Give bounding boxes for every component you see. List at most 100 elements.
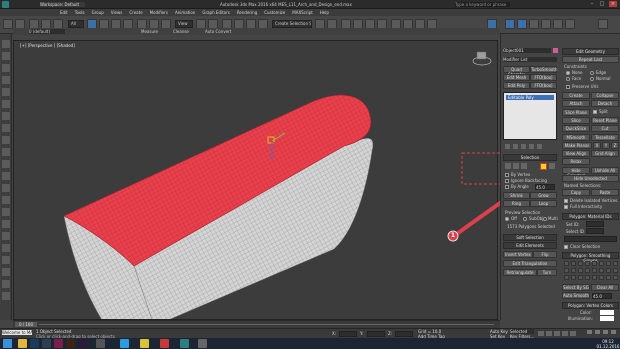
split-checkbox[interactable] bbox=[593, 110, 597, 114]
vertex-mode-icon[interactable] bbox=[505, 163, 511, 169]
taskbar-date[interactable]: 01.12.2016 bbox=[596, 344, 620, 349]
planar-x-button[interactable]: X bbox=[593, 142, 601, 149]
hide-selected-button[interactable]: Hide Selected bbox=[562, 167, 590, 178]
auto-smooth-button[interactable]: Auto Smooth bbox=[562, 292, 590, 299]
flip-button[interactable]: Flip bbox=[533, 251, 557, 258]
select-by-sg-button[interactable]: Select By SG bbox=[562, 284, 590, 291]
modifier-list-dropdown[interactable]: Modifier List bbox=[503, 57, 557, 62]
3ds-max-taskbar-icon[interactable] bbox=[180, 339, 189, 348]
planar-z-button[interactable]: Z bbox=[611, 142, 619, 149]
app-icon-browser-1[interactable] bbox=[96, 339, 105, 348]
sg-7[interactable] bbox=[606, 261, 611, 266]
relax-button[interactable]: Relax bbox=[562, 158, 590, 165]
make-unique-icon[interactable] bbox=[521, 144, 526, 149]
z-coordinate-field[interactable] bbox=[395, 331, 413, 337]
vertex-color-swatch[interactable] bbox=[600, 310, 614, 315]
border-mode-icon[interactable] bbox=[521, 163, 527, 169]
app-icon-ps[interactable] bbox=[30, 339, 39, 348]
ffd-box-button-2[interactable]: FFD(box) bbox=[530, 82, 557, 89]
sg-22[interactable] bbox=[599, 275, 604, 280]
constraint-face-radio[interactable] bbox=[566, 77, 570, 81]
detach-button[interactable]: Detach bbox=[591, 100, 619, 107]
chrome-icon[interactable] bbox=[140, 339, 149, 348]
sg-11[interactable] bbox=[578, 268, 583, 273]
select-id-spinner[interactable] bbox=[586, 228, 604, 234]
sg-4[interactable] bbox=[585, 261, 590, 266]
preview-off-radio[interactable] bbox=[505, 217, 509, 221]
sg-2[interactable] bbox=[571, 261, 576, 266]
pin-stack-icon[interactable] bbox=[505, 144, 510, 149]
edit-elements-rollout-header[interactable]: Edit Elements bbox=[503, 242, 557, 249]
hide-unselected-button[interactable]: Hide Unselected bbox=[562, 175, 619, 182]
create-button[interactable]: Create bbox=[562, 92, 590, 99]
sg-19[interactable] bbox=[578, 275, 583, 280]
auto-smooth-spinner[interactable]: 45.0 bbox=[592, 293, 612, 299]
go-to-end-icon[interactable] bbox=[570, 331, 576, 336]
edit-geometry-rollout-header[interactable]: Edit Geometry bbox=[562, 48, 619, 55]
configure-modifier-sets-icon[interactable] bbox=[537, 144, 542, 149]
show-end-result-icon[interactable] bbox=[513, 144, 518, 149]
time-slider-frame[interactable]: 0 / 100 bbox=[15, 322, 37, 327]
insert-vertex-button[interactable]: Insert Vertex bbox=[503, 251, 533, 258]
set-id-spinner[interactable] bbox=[586, 221, 604, 227]
clear-selection-checkbox[interactable] bbox=[564, 245, 568, 249]
paste-button[interactable]: Paste bbox=[591, 189, 619, 196]
sg-17[interactable] bbox=[564, 275, 569, 280]
file-explorer-icon[interactable] bbox=[18, 339, 27, 348]
orbit-icon[interactable] bbox=[603, 330, 608, 334]
planar-y-button[interactable]: Y bbox=[602, 142, 610, 149]
sg-1[interactable] bbox=[564, 261, 569, 266]
edge-mode-icon[interactable] bbox=[513, 163, 519, 169]
unhide-all-button[interactable]: Unhide All bbox=[591, 167, 619, 174]
track-bar[interactable] bbox=[39, 324, 494, 325]
app-icon-gray[interactable] bbox=[198, 339, 207, 348]
repeat-last-button[interactable]: Repeat Last bbox=[562, 56, 619, 63]
soft-selection-rollout-header[interactable]: Soft Selection bbox=[503, 234, 557, 241]
object-color-swatch[interactable] bbox=[553, 48, 558, 53]
sg-13[interactable] bbox=[592, 268, 597, 273]
edit-poly-button[interactable]: Edit Poly bbox=[503, 82, 530, 89]
preview-multi-radio[interactable] bbox=[543, 217, 547, 221]
constraint-edge-radio[interactable] bbox=[590, 71, 594, 75]
full-interactivity-checkbox[interactable] bbox=[564, 205, 568, 209]
view-align-button[interactable]: View Align bbox=[562, 150, 590, 157]
make-planar-button[interactable]: Make Planar bbox=[562, 142, 592, 149]
app-icon-ai[interactable] bbox=[66, 339, 75, 348]
start-button-icon[interactable] bbox=[3, 339, 12, 348]
turn-button[interactable]: Turn bbox=[537, 269, 557, 276]
zoom-icon[interactable] bbox=[587, 330, 592, 334]
preview-subobj-radio[interactable] bbox=[523, 217, 527, 221]
shrink-button[interactable]: Shrink bbox=[503, 192, 530, 199]
sg-20[interactable] bbox=[585, 275, 590, 280]
sg-16[interactable] bbox=[613, 268, 618, 273]
app-icon-ae[interactable] bbox=[78, 339, 87, 348]
play-icon[interactable] bbox=[554, 331, 560, 336]
next-frame-icon[interactable] bbox=[562, 331, 568, 336]
delete-isolated-checkbox[interactable] bbox=[564, 199, 568, 203]
time-slider[interactable]: 0 / 100 bbox=[13, 320, 500, 328]
ring-button[interactable]: Ring bbox=[503, 200, 530, 207]
vertex-colors-header[interactable]: Polygon: Vertex Colors bbox=[562, 302, 619, 309]
collapse-button[interactable]: Collapse bbox=[591, 92, 619, 99]
app-icon-id[interactable] bbox=[54, 339, 63, 348]
modifier-stack-list[interactable]: Editable Poly bbox=[503, 92, 557, 140]
material-name-dropdown[interactable] bbox=[564, 236, 617, 242]
slice-button[interactable]: Slice bbox=[562, 117, 590, 124]
by-angle-checkbox[interactable] bbox=[505, 185, 509, 189]
sg-5[interactable] bbox=[592, 261, 597, 266]
stack-item-editable-poly[interactable]: Editable Poly bbox=[506, 95, 554, 100]
sg-10[interactable] bbox=[571, 268, 576, 273]
retriangulate-button[interactable]: Retriangulate bbox=[503, 269, 537, 276]
msmooth-button[interactable]: MSmooth bbox=[562, 134, 590, 141]
pan-icon[interactable] bbox=[611, 330, 616, 334]
constraint-none-radio[interactable] bbox=[566, 71, 570, 75]
illumination-swatch[interactable] bbox=[600, 316, 614, 321]
sg-23[interactable] bbox=[606, 275, 611, 280]
remove-modifier-icon[interactable] bbox=[529, 144, 534, 149]
skype-icon[interactable] bbox=[120, 339, 129, 348]
maxscript-listener[interactable]: Welcome to MAX bbox=[2, 330, 32, 335]
tessellate-button[interactable]: Tessellate bbox=[591, 134, 619, 141]
go-to-start-icon[interactable] bbox=[538, 331, 544, 336]
angle-spinner[interactable]: 45.0 bbox=[535, 184, 555, 190]
app-icon-lr[interactable] bbox=[42, 339, 51, 348]
